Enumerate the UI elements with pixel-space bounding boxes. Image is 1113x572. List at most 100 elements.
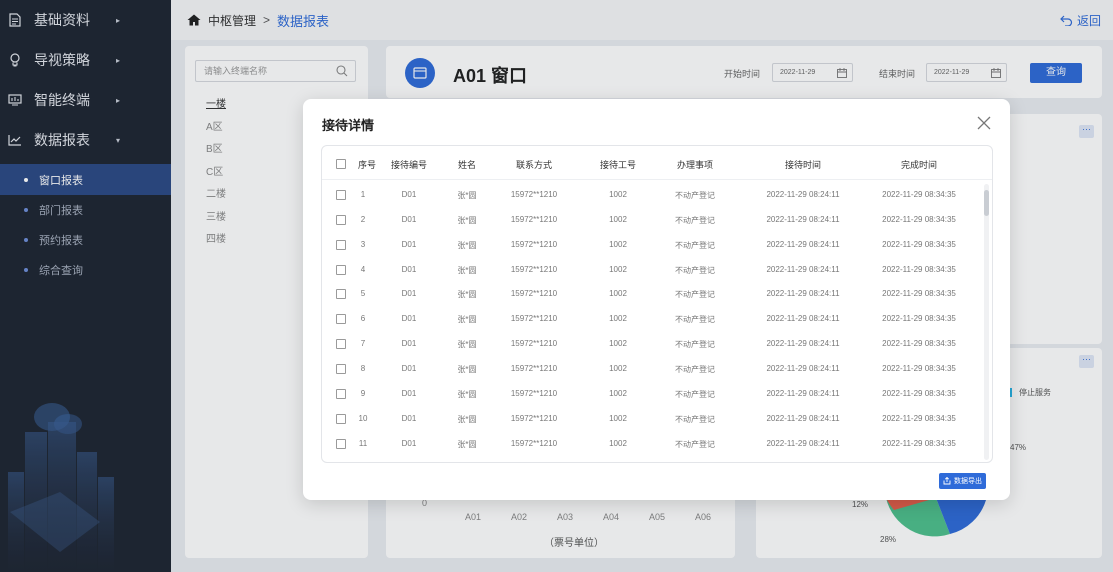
table-cell-phone: 15972**1210 bbox=[510, 190, 558, 199]
table-cell-end: 2022-11-29 08:34:35 bbox=[882, 239, 956, 249]
table-cell-phone: 15972**1210 bbox=[510, 214, 558, 224]
table-cell-end: 2022-11-29 08:34:35 bbox=[882, 388, 956, 398]
table-cell-code: D01 bbox=[401, 214, 417, 224]
table-cell-item: 不动产登记 bbox=[675, 191, 715, 200]
table-cell-no: 8 bbox=[360, 363, 366, 373]
reception-detail-modal: 接待详情 序号 接待编号 姓名 联系方式 接待工号 办理事项 接待时间 完成时间… bbox=[303, 99, 1010, 500]
table-row[interactable]: 3 D01 张*圆 15972**1210 1002 不动产登记 2022-11-29 08… bbox=[322, 232, 992, 257]
table-cell-no: 1 bbox=[360, 190, 366, 199]
table-cell-name: 张*圆 bbox=[457, 389, 477, 399]
table-row[interactable]: 8 D01 张*圆 15972**1210 1002 不动产登记 2022-11-29 08… bbox=[322, 356, 992, 381]
row-checkbox[interactable] bbox=[336, 239, 346, 250]
table-row[interactable]: 5 D01 张*圆 15972**1210 1002 不动产登记 2022-11-29 08… bbox=[322, 281, 992, 306]
export-data-button[interactable]: 数据导出 bbox=[939, 473, 986, 489]
table-cell-end: 2022-11-29 08:34:35 bbox=[882, 314, 956, 324]
table-cell-phone: 15972**1210 bbox=[510, 314, 558, 324]
export-icon bbox=[943, 477, 951, 485]
row-checkbox[interactable] bbox=[336, 314, 346, 325]
table-cell-staff: 1002 bbox=[609, 264, 627, 274]
table-cell-code: D01 bbox=[401, 289, 417, 299]
reception-table: 序号 接待编号 姓名 联系方式 接待工号 办理事项 接待时间 完成时间 1 D01… bbox=[321, 145, 993, 463]
row-checkbox[interactable] bbox=[336, 264, 346, 275]
table-cell-start: 2022-11-29 08:24:11 bbox=[766, 438, 840, 448]
table-cell-staff: 1002 bbox=[609, 314, 627, 324]
table-row[interactable]: 2 D01 张*圆 15972**1210 1002 不动产登记 2022-11-29 08… bbox=[322, 207, 992, 232]
row-checkbox[interactable] bbox=[336, 289, 346, 300]
row-checkbox[interactable] bbox=[336, 363, 346, 374]
table-cell-item: 不动产登记 bbox=[675, 340, 715, 350]
table-cell-start: 2022-11-29 08:24:11 bbox=[766, 239, 840, 249]
row-checkbox[interactable] bbox=[336, 388, 346, 399]
table-cell-start: 2022-11-29 08:24:11 bbox=[766, 314, 840, 324]
column-header: 完成时间 bbox=[900, 160, 938, 170]
table-cell-name: 张*圆 bbox=[457, 414, 477, 424]
table-cell-item: 不动产登记 bbox=[675, 215, 715, 225]
table-cell-phone: 15972**1210 bbox=[510, 289, 558, 299]
row-checkbox[interactable] bbox=[336, 413, 346, 424]
table-row[interactable]: 1 D01 张*圆 15972**1210 1002 不动产登记 2022-11-29 08… bbox=[322, 182, 992, 207]
table-row[interactable]: 9 D01 张*圆 15972**1210 1002 不动产登记 2022-11-29 08… bbox=[322, 381, 992, 406]
table-cell-name: 张*圆 bbox=[457, 240, 477, 250]
table-row[interactable]: 4 D01 张*圆 15972**1210 1002 不动产登记 2022-11-29 08… bbox=[322, 257, 992, 282]
table-cell-staff: 1002 bbox=[609, 388, 627, 398]
table-header: 序号 接待编号 姓名 联系方式 接待工号 办理事项 接待时间 完成时间 bbox=[322, 146, 992, 180]
row-checkbox[interactable] bbox=[336, 214, 346, 225]
table-cell-end: 2022-11-29 08:34:35 bbox=[882, 413, 956, 423]
table-cell-start: 2022-11-29 08:24:11 bbox=[766, 363, 840, 373]
table-cell-no: 10 bbox=[358, 413, 368, 423]
table-cell-item: 不动产登记 bbox=[675, 414, 715, 424]
table-cell-no: 11 bbox=[358, 438, 368, 448]
scrollbar-thumb[interactable] bbox=[984, 190, 989, 216]
table-cell-end: 2022-11-29 08:34:35 bbox=[882, 339, 956, 349]
table-cell-start: 2022-11-29 08:24:11 bbox=[766, 289, 840, 299]
table-row[interactable]: 10 D01 张*圆 15972**1210 1002 不动产登记 2022-11-29 0… bbox=[322, 406, 992, 431]
table-cell-phone: 15972**1210 bbox=[510, 339, 558, 349]
column-header: 办理事项 bbox=[676, 160, 714, 170]
table-cell-name: 张*圆 bbox=[457, 191, 477, 200]
table-cell-phone: 15972**1210 bbox=[510, 239, 558, 249]
table-cell-code: D01 bbox=[401, 388, 417, 398]
table-cell-start: 2022-11-29 08:24:11 bbox=[766, 190, 840, 199]
table-scrollbar[interactable] bbox=[984, 184, 989, 460]
table-row[interactable]: 11 D01 张*圆 15972**1210 1002 不动产登记 2022-11-29 0… bbox=[322, 431, 992, 456]
table-cell-end: 2022-11-29 08:34:35 bbox=[882, 363, 956, 373]
table-cell-name: 张*圆 bbox=[457, 315, 477, 325]
table-cell-no: 3 bbox=[360, 239, 366, 249]
table-cell-code: D01 bbox=[401, 413, 417, 423]
table-cell-no: 9 bbox=[360, 388, 366, 398]
table-cell-code: D01 bbox=[401, 363, 417, 373]
select-all-checkbox[interactable] bbox=[336, 159, 346, 169]
table-cell-item: 不动产登记 bbox=[675, 315, 715, 325]
table-cell-phone: 15972**1210 bbox=[510, 388, 558, 398]
table-cell-end: 2022-11-29 08:34:35 bbox=[882, 190, 956, 199]
table-cell-no: 6 bbox=[360, 314, 366, 324]
table-cell-no: 2 bbox=[360, 214, 366, 224]
table-cell-staff: 1002 bbox=[609, 214, 627, 224]
column-header: 接待编号 bbox=[390, 160, 428, 170]
table-row[interactable]: 7 D01 张*圆 15972**1210 1002 不动产登记 2022-11-29 08… bbox=[322, 331, 992, 356]
table-cell-item: 不动产登记 bbox=[675, 290, 715, 300]
table-cell-start: 2022-11-29 08:24:11 bbox=[766, 214, 840, 224]
table-cell-no: 7 bbox=[360, 339, 366, 349]
row-checkbox[interactable] bbox=[336, 190, 346, 200]
table-cell-staff: 1002 bbox=[609, 239, 627, 249]
row-checkbox[interactable] bbox=[336, 438, 346, 449]
row-checkbox[interactable] bbox=[336, 339, 346, 350]
column-header: 接待工号 bbox=[599, 160, 637, 170]
table-cell-item: 不动产登记 bbox=[675, 265, 715, 275]
table-cell-item: 不动产登记 bbox=[675, 389, 715, 399]
table-cell-item: 不动产登记 bbox=[675, 439, 715, 449]
table-cell-staff: 1002 bbox=[609, 289, 627, 299]
table-cell-staff: 1002 bbox=[609, 339, 627, 349]
table-cell-code: D01 bbox=[401, 239, 417, 249]
table-cell-end: 2022-11-29 08:34:35 bbox=[882, 264, 956, 274]
close-icon[interactable] bbox=[977, 116, 991, 130]
table-cell-code: D01 bbox=[401, 339, 417, 349]
table-cell-end: 2022-11-29 08:34:35 bbox=[882, 289, 956, 299]
export-label: 数据导出 bbox=[954, 478, 982, 485]
table-cell-name: 张*圆 bbox=[457, 290, 477, 300]
table-row[interactable]: 6 D01 张*圆 15972**1210 1002 不动产登记 2022-11-29 08… bbox=[322, 306, 992, 331]
table-cell-name: 张*圆 bbox=[457, 439, 477, 449]
table-cell-staff: 1002 bbox=[609, 190, 627, 199]
table-cell-no: 5 bbox=[360, 289, 366, 299]
